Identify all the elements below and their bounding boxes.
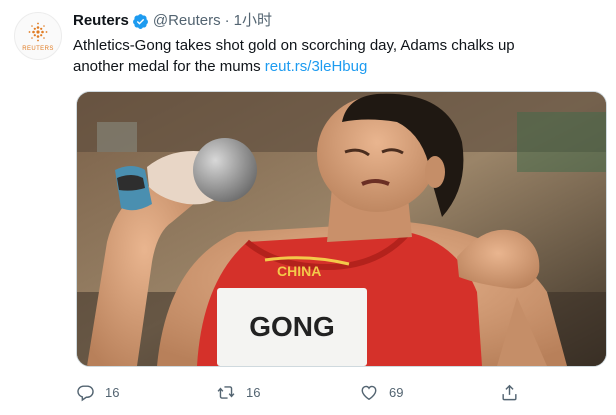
shot-put-ball — [193, 138, 257, 202]
avatar-label: REUTERS — [22, 45, 54, 52]
share-icon — [502, 384, 517, 401]
reuters-dot-logo-icon — [28, 22, 48, 41]
avatar[interactable]: REUTERS — [14, 12, 62, 60]
tweet-text-line1: Athletics-Gong takes shot gold on scorch… — [73, 37, 515, 54]
bib-text: GONG — [249, 311, 335, 342]
header-separator: · — [224, 12, 230, 29]
retweet-count: 16 — [246, 385, 261, 400]
retweet-icon — [217, 386, 235, 399]
reply-count: 16 — [105, 385, 120, 400]
tweet-card[interactable]: REUTERS Reuters @Reuters · 1小时 Athletics… — [0, 0, 616, 415]
account-handle[interactable]: @Reuters — [153, 11, 221, 31]
reply-button[interactable]: 16 — [76, 383, 119, 402]
like-button[interactable]: 69 — [359, 383, 403, 402]
jersey-text: CHINA — [277, 263, 321, 279]
tweet-actions: 16 16 69 — [76, 383, 536, 405]
account-name[interactable]: Reuters — [73, 11, 129, 31]
heart-icon — [361, 385, 377, 401]
tweet-link[interactable]: reut.rs/3leHbug — [265, 58, 368, 75]
tweet-media-image[interactable]: CHINA GONG — [76, 91, 607, 367]
retweet-button[interactable]: 16 — [216, 383, 260, 402]
tweet-header: Reuters @Reuters · 1小时 — [73, 11, 272, 31]
tweet-text-line2: another medal for the mums — [73, 58, 261, 75]
like-count: 69 — [389, 385, 404, 400]
tweet-text: Athletics-Gong takes shot gold on scorch… — [73, 35, 593, 77]
verified-badge-icon — [132, 13, 149, 30]
tweet-timestamp[interactable]: 1小时 — [234, 11, 272, 31]
reply-icon — [77, 385, 94, 402]
share-button[interactable] — [500, 383, 519, 402]
